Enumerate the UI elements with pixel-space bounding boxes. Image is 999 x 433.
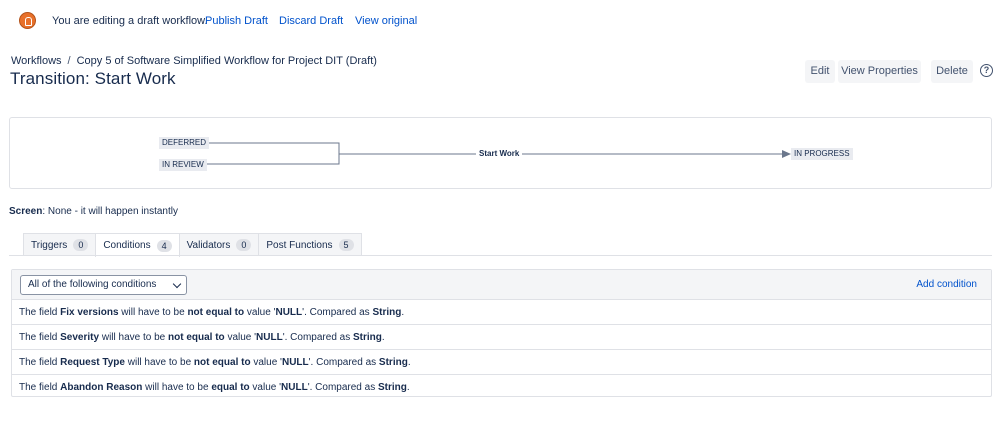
condition-text: . — [406, 382, 410, 393]
draft-banner: You are editing a draft workflow. Publis… — [0, 0, 999, 42]
condition-text: will have to be — [142, 382, 212, 393]
condition-value: NULL — [275, 307, 303, 318]
publish-draft-link[interactable]: Publish Draft — [205, 15, 268, 27]
status-in-progress: IN PROGRESS — [791, 148, 853, 160]
tab-conditions[interactable]: Conditions 4 — [95, 233, 180, 257]
condition-value: NULL — [256, 332, 283, 343]
screen-info: Screen: None - it will happen instantly — [9, 206, 178, 217]
condition-row: The field Abandon Reason will have to be… — [12, 375, 991, 400]
tab-label: Conditions — [103, 240, 151, 251]
arrow-head-icon — [782, 150, 791, 158]
tab-validators[interactable]: Validators 0 — [178, 233, 260, 256]
condition-text: . — [401, 307, 405, 318]
delete-button[interactable]: Delete — [931, 60, 973, 83]
draft-message: You are editing a draft workflow. — [52, 15, 208, 27]
condition-text: will have to be — [99, 332, 168, 343]
breadcrumb: Workflows / Copy 5 of Software Simplified … — [11, 55, 377, 67]
tab-label: Post Functions — [266, 239, 333, 251]
tab-count: 5 — [338, 239, 354, 251]
condition-text: value ' — [224, 332, 257, 343]
condition-text: The field — [19, 357, 61, 368]
conditions-panel: All of the following conditions Add cond… — [11, 269, 992, 397]
screen-label: Screen — [9, 206, 43, 217]
condition-operator: not equal to — [168, 332, 225, 343]
edit-button[interactable]: Edit — [805, 60, 835, 83]
condition-text: value ' — [250, 357, 282, 368]
condition-field: Fix versions — [60, 307, 119, 318]
condition-text: . — [381, 332, 385, 343]
status-deferred: DEFERRED — [159, 137, 210, 149]
condition-row: The field Severity will have to be not e… — [12, 325, 991, 350]
source-connector — [206, 142, 340, 165]
condition-text: value ' — [244, 307, 276, 318]
screen-value: : None - it will happen instantly — [42, 206, 178, 217]
condition-text: '. Compared as — [308, 357, 379, 368]
condition-type: String — [353, 332, 382, 343]
view-original-link[interactable]: View original — [355, 15, 417, 27]
condition-value: NULL — [281, 382, 308, 393]
condition-text: The field — [19, 307, 61, 318]
tab-label: Validators — [186, 239, 231, 251]
chevron-down-icon — [172, 279, 182, 289]
avatar — [19, 12, 36, 29]
transition-diagram: DEFERRED IN REVIEW Start Work IN PROGRES… — [9, 117, 992, 189]
condition-type: String — [378, 357, 408, 368]
condition-group-select[interactable]: All of the following conditions — [20, 275, 187, 295]
tab-count: 0 — [73, 239, 89, 251]
condition-field: Request Type — [60, 357, 125, 368]
tab-post-functions[interactable]: Post Functions 5 — [258, 233, 362, 256]
condition-row: The field Request Type will have to be n… — [12, 350, 991, 375]
condition-value: NULL — [281, 357, 309, 368]
condition-field: Abandon Reason — [60, 382, 143, 393]
condition-text: . — [407, 357, 411, 368]
breadcrumb-separator: / — [67, 55, 71, 67]
transition-tabs: Triggers 0 Conditions 4 Validators 0 Post F… — [23, 233, 362, 257]
tabs-divider — [9, 255, 992, 256]
view-properties-button[interactable]: View Properties — [838, 60, 921, 83]
condition-type: String — [372, 307, 402, 318]
discard-draft-link[interactable]: Discard Draft — [279, 15, 343, 27]
conditions-header: All of the following conditions Add cond… — [12, 270, 991, 300]
condition-text: The field — [19, 382, 61, 393]
condition-text: value ' — [249, 382, 282, 393]
condition-text: The field — [19, 332, 61, 343]
condition-operator: not equal to — [193, 357, 251, 368]
tab-label: Triggers — [31, 239, 68, 251]
help-icon[interactable]: ? — [980, 64, 993, 77]
condition-text: '. Compared as — [282, 332, 353, 343]
select-value: All of the following conditions — [28, 279, 157, 290]
condition-text: '. Compared as — [302, 307, 373, 318]
condition-operator: not equal to — [187, 307, 245, 318]
breadcrumb-workflows-link[interactable]: Workflows — [11, 55, 62, 67]
tab-count: 0 — [236, 239, 252, 251]
status-in-review: IN REVIEW — [159, 159, 207, 171]
condition-row: The field Fix versions will have to be n… — [12, 300, 991, 325]
tab-count: 4 — [156, 239, 172, 252]
page-title: Transition: Start Work — [10, 69, 176, 88]
condition-field: Severity — [60, 332, 100, 343]
transition-label: Start Work — [476, 149, 523, 158]
breadcrumb-current: Copy 5 of Software Simplified Workflow f… — [76, 55, 377, 67]
condition-text: will have to be — [118, 307, 188, 318]
tab-triggers[interactable]: Triggers 0 — [23, 233, 97, 256]
condition-text: '. Compared as — [307, 382, 378, 393]
condition-text: will have to be — [124, 357, 194, 368]
condition-type: String — [377, 382, 407, 393]
condition-operator: equal to — [211, 382, 250, 393]
add-condition-link[interactable]: Add condition — [916, 279, 977, 290]
